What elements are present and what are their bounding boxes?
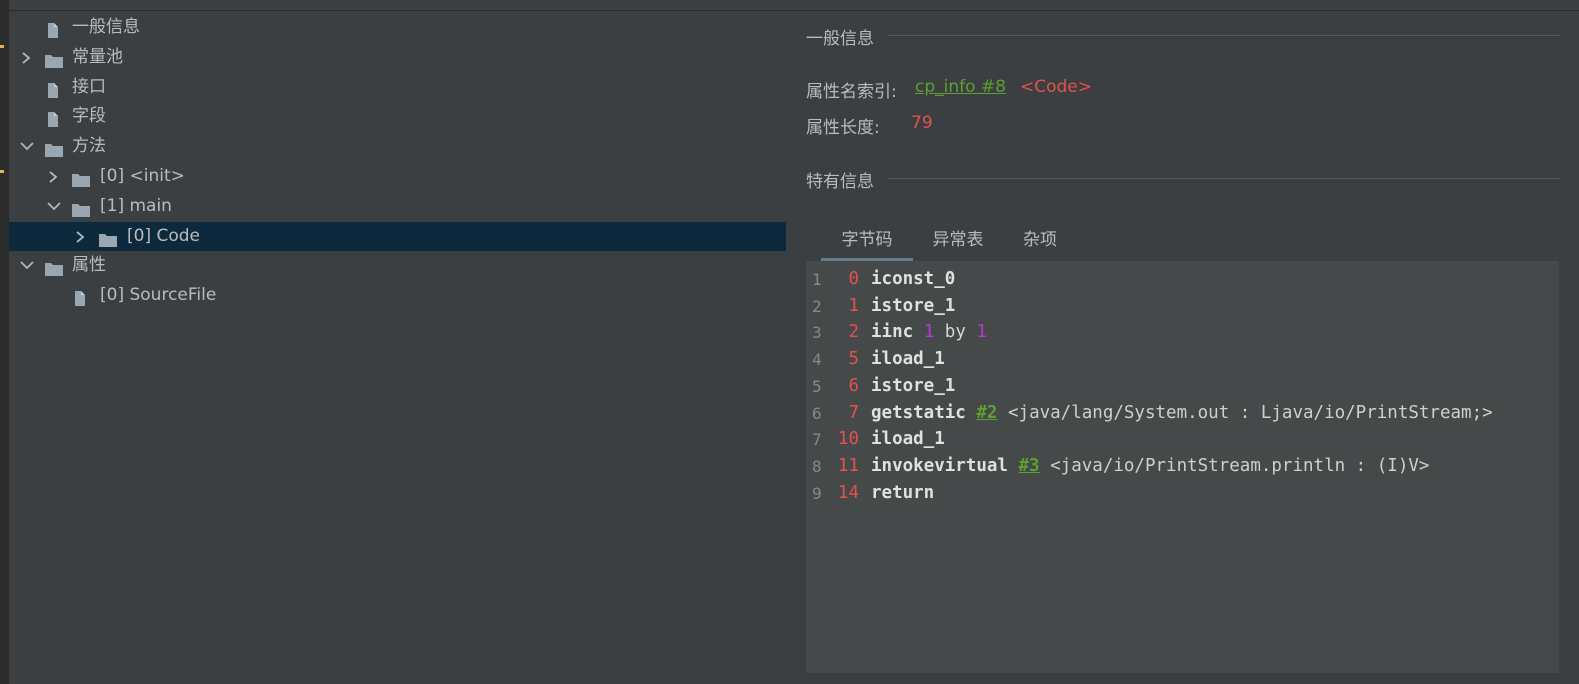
file-icon <box>45 109 65 128</box>
chevron-down-icon[interactable] <box>47 192 61 222</box>
tree-item-label: 一般信息 <box>72 17 140 37</box>
folder-icon <box>71 169 91 187</box>
tree-item-fields[interactable]: 字段 <box>9 102 786 132</box>
constant-pool-ref-link[interactable]: #3 <box>1019 456 1040 476</box>
line-number: 3 <box>812 323 822 342</box>
tree-item-label: [0] Code <box>127 225 201 246</box>
tree-item-attributes[interactable]: 属性 <box>9 251 786 281</box>
line-number: 9 <box>812 484 822 503</box>
line-number: 5 <box>812 377 822 396</box>
line-number: 8 <box>812 457 822 476</box>
edge-marker <box>0 170 4 173</box>
name-index-link[interactable]: cp_info #8 <box>915 77 1006 97</box>
opcode: iinc <box>871 322 914 342</box>
line-number: 2 <box>812 297 822 316</box>
tree-item-methods[interactable]: 方法 <box>9 132 786 162</box>
file-icon <box>45 20 65 38</box>
line-number: 7 <box>812 430 822 449</box>
tree-item-label: [0] SourceFile <box>100 285 217 306</box>
bytecode-offset: 6 <box>848 376 859 396</box>
bytecode-offset: 10 <box>837 429 859 449</box>
tree-item-label: [1] main <box>100 195 172 216</box>
tree-item-sourcefile[interactable]: [0] SourceFile <box>9 281 786 311</box>
folder-icon <box>44 139 64 158</box>
tree-item-label: [0] <init> <box>100 165 185 186</box>
line-number: 4 <box>812 350 822 369</box>
line-number: 1 <box>812 270 822 289</box>
chevron-right-icon[interactable] <box>48 162 62 192</box>
bytecode-offset: 11 <box>837 456 859 476</box>
name-index-label: 属性名索引: <box>806 82 897 102</box>
name-index-value: <Code> <box>1020 77 1093 97</box>
operand-number: 1 <box>976 322 987 342</box>
length-label: 属性长度: <box>806 118 880 138</box>
file-icon <box>45 80 65 98</box>
bytecode-offset: 1 <box>848 296 859 316</box>
opcode: istore_1 <box>871 296 956 316</box>
folder-icon <box>44 258 64 277</box>
tab-bytecode[interactable]: 字节码 <box>821 226 913 261</box>
opcode: iload_1 <box>871 429 945 449</box>
tree-item-interfaces[interactable]: 接口 <box>9 73 786 103</box>
bytecode-offset: 14 <box>837 483 859 503</box>
tree-item-label: 字段 <box>72 106 106 127</box>
folder-icon <box>98 229 118 247</box>
tree-item-general-info[interactable]: 一般信息 <box>9 13 786 43</box>
folder-icon <box>44 50 64 68</box>
folder-icon <box>71 199 91 217</box>
chevron-down-icon[interactable] <box>20 251 34 281</box>
tree-item-method-main[interactable]: [1] main <box>9 192 786 222</box>
opcode: iload_1 <box>871 349 945 369</box>
tree-item-label: 接口 <box>72 76 106 97</box>
tree-item-label: 方法 <box>72 136 106 157</box>
tab-misc[interactable]: 杂项 <box>1011 226 1069 258</box>
opcode: istore_1 <box>871 376 956 396</box>
constant-pool-ref-link[interactable]: #2 <box>976 403 997 423</box>
tab-exception-table[interactable]: 异常表 <box>921 226 995 258</box>
tree-item-label: 常量池 <box>72 46 123 67</box>
editor-edge <box>0 0 9 684</box>
top-border <box>9 0 1579 11</box>
bytecode-offset: 5 <box>848 349 859 369</box>
opcode: getstatic <box>871 403 966 423</box>
tree-item-label: 属性 <box>72 255 106 276</box>
operand-keyword: by <box>944 322 966 342</box>
chevron-right-icon[interactable] <box>21 43 35 73</box>
file-icon <box>72 288 92 307</box>
class-structure-tree: 一般信息 常量池 接口 字段 方法 [0] <init> [1] main [0… <box>9 13 786 311</box>
opcode: invokevirtual <box>871 456 1008 476</box>
edge-marker <box>0 45 4 48</box>
bytecode-editor[interactable]: 1 0 iconst_0 2 1 istore_1 3 2 iinc 1 by … <box>806 261 1559 673</box>
opcode: iconst_0 <box>871 269 956 289</box>
tree-item-constant-pool[interactable]: 常量池 <box>9 43 786 73</box>
operand-number: 1 <box>923 322 935 342</box>
section-divider <box>888 178 1560 179</box>
ref-comment: <java/io/PrintStream.println : (I)V> <box>1050 456 1430 476</box>
opcode: return <box>871 483 935 503</box>
section-divider <box>888 35 1560 36</box>
tree-item-method-init[interactable]: [0] <init> <box>9 162 786 192</box>
tree-item-code[interactable]: [0] Code <box>9 221 786 252</box>
bytecode-offset: 0 <box>848 269 859 289</box>
general-info-title: 一般信息 <box>806 29 874 49</box>
line-number: 6 <box>812 404 822 423</box>
bytecode-offset: 2 <box>848 322 859 342</box>
chevron-down-icon[interactable] <box>20 132 34 162</box>
chevron-right-icon[interactable] <box>75 222 89 252</box>
ref-comment: <java/lang/System.out : Ljava/io/PrintSt… <box>1008 403 1493 423</box>
length-value: 79 <box>911 113 933 133</box>
specific-info-title: 特有信息 <box>806 172 874 192</box>
bytecode-offset: 7 <box>848 403 859 423</box>
